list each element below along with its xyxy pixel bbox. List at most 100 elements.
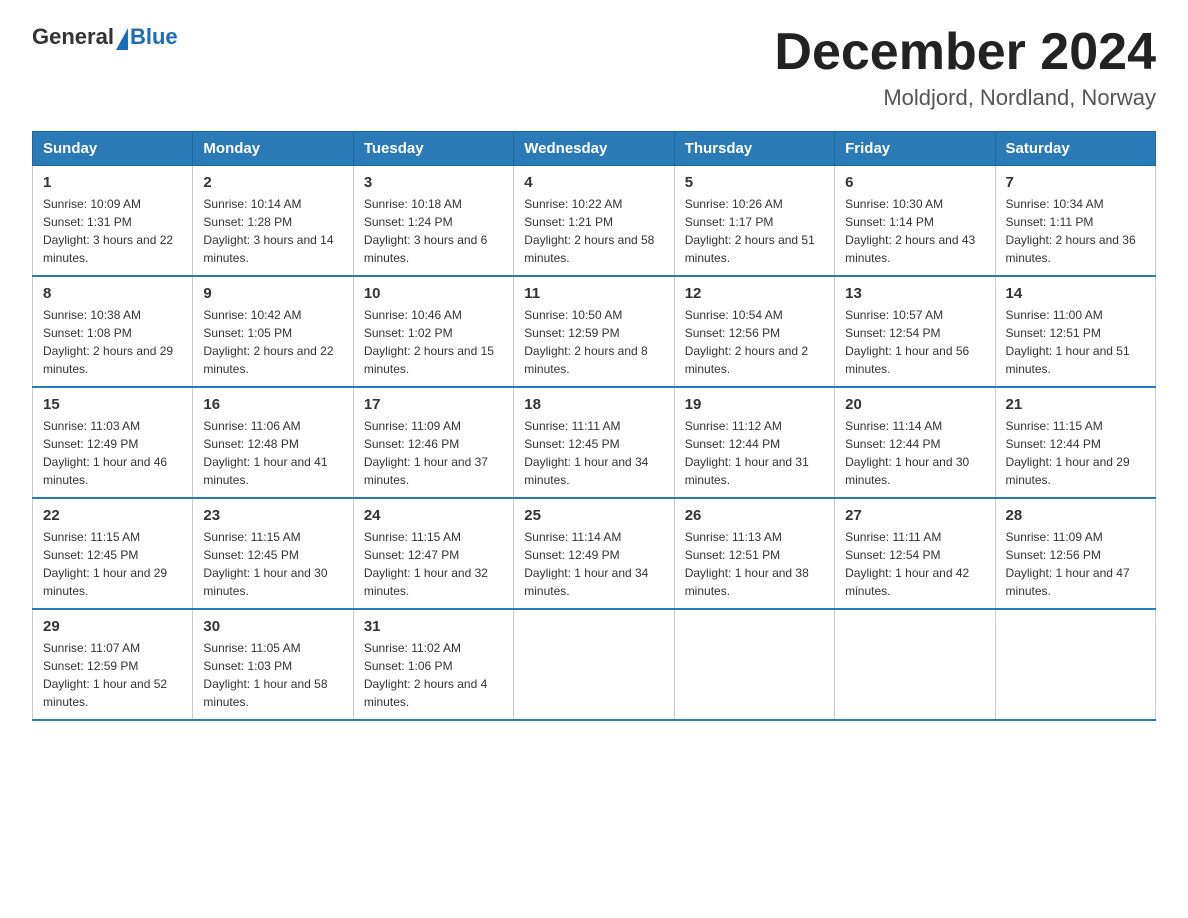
day-number: 21	[1006, 396, 1145, 413]
day-info: Sunrise: 11:11 AMSunset: 12:54 PMDayligh…	[845, 530, 969, 598]
day-number: 30	[203, 618, 342, 635]
day-info: Sunrise: 11:14 AMSunset: 12:49 PMDayligh…	[524, 530, 648, 598]
calendar-week-row: 8 Sunrise: 10:38 AMSunset: 1:08 PMDaylig…	[33, 276, 1156, 387]
calendar-cell: 14 Sunrise: 11:00 AMSunset: 12:51 PMDayl…	[995, 276, 1155, 387]
calendar-table: SundayMondayTuesdayWednesdayThursdayFrid…	[32, 131, 1156, 721]
day-number: 18	[524, 396, 663, 413]
day-info: Sunrise: 11:15 AMSunset: 12:45 PMDayligh…	[43, 530, 167, 598]
weekday-header-sunday: Sunday	[33, 132, 193, 166]
day-number: 5	[685, 174, 824, 191]
weekday-header-saturday: Saturday	[995, 132, 1155, 166]
day-info: Sunrise: 11:09 AMSunset: 12:46 PMDayligh…	[364, 419, 488, 487]
calendar-cell: 6 Sunrise: 10:30 AMSunset: 1:14 PMDaylig…	[835, 166, 995, 277]
calendar-cell	[995, 609, 1155, 720]
day-number: 11	[524, 285, 663, 302]
calendar-cell: 24 Sunrise: 11:15 AMSunset: 12:47 PMDayl…	[353, 498, 513, 609]
calendar-cell: 4 Sunrise: 10:22 AMSunset: 1:21 PMDaylig…	[514, 166, 674, 277]
calendar-cell: 19 Sunrise: 11:12 AMSunset: 12:44 PMDayl…	[674, 387, 834, 498]
day-number: 14	[1006, 285, 1145, 302]
day-number: 25	[524, 507, 663, 524]
calendar-cell: 11 Sunrise: 10:50 AMSunset: 12:59 PMDayl…	[514, 276, 674, 387]
day-number: 10	[364, 285, 503, 302]
calendar-cell: 31 Sunrise: 11:02 AMSunset: 1:06 PMDayli…	[353, 609, 513, 720]
day-info: Sunrise: 10:54 AMSunset: 12:56 PMDayligh…	[685, 308, 808, 376]
calendar-cell: 29 Sunrise: 11:07 AMSunset: 12:59 PMDayl…	[33, 609, 193, 720]
logo-triangle-icon	[116, 28, 128, 50]
day-info: Sunrise: 10:38 AMSunset: 1:08 PMDaylight…	[43, 308, 173, 376]
calendar-week-row: 15 Sunrise: 11:03 AMSunset: 12:49 PMDayl…	[33, 387, 1156, 498]
calendar-cell: 3 Sunrise: 10:18 AMSunset: 1:24 PMDaylig…	[353, 166, 513, 277]
calendar-cell: 9 Sunrise: 10:42 AMSunset: 1:05 PMDaylig…	[193, 276, 353, 387]
day-number: 9	[203, 285, 342, 302]
day-number: 7	[1006, 174, 1145, 191]
weekday-header-tuesday: Tuesday	[353, 132, 513, 166]
page-header: General Blue December 2024 Moldjord, Nor…	[32, 24, 1156, 111]
calendar-cell: 21 Sunrise: 11:15 AMSunset: 12:44 PMDayl…	[995, 387, 1155, 498]
day-number: 26	[685, 507, 824, 524]
day-info: Sunrise: 11:05 AMSunset: 1:03 PMDaylight…	[203, 641, 327, 709]
calendar-week-row: 22 Sunrise: 11:15 AMSunset: 12:45 PMDayl…	[33, 498, 1156, 609]
day-info: Sunrise: 10:14 AMSunset: 1:28 PMDaylight…	[203, 197, 333, 265]
day-number: 15	[43, 396, 182, 413]
calendar-cell: 13 Sunrise: 10:57 AMSunset: 12:54 PMDayl…	[835, 276, 995, 387]
day-number: 20	[845, 396, 984, 413]
day-info: Sunrise: 11:15 AMSunset: 12:44 PMDayligh…	[1006, 419, 1130, 487]
day-info: Sunrise: 10:30 AMSunset: 1:14 PMDaylight…	[845, 197, 975, 265]
day-number: 8	[43, 285, 182, 302]
day-number: 22	[43, 507, 182, 524]
calendar-cell: 25 Sunrise: 11:14 AMSunset: 12:49 PMDayl…	[514, 498, 674, 609]
day-info: Sunrise: 10:57 AMSunset: 12:54 PMDayligh…	[845, 308, 969, 376]
logo: General Blue	[32, 24, 178, 50]
calendar-cell: 30 Sunrise: 11:05 AMSunset: 1:03 PMDayli…	[193, 609, 353, 720]
day-info: Sunrise: 11:00 AMSunset: 12:51 PMDayligh…	[1006, 308, 1130, 376]
day-number: 27	[845, 507, 984, 524]
calendar-cell	[674, 609, 834, 720]
calendar-week-row: 1 Sunrise: 10:09 AMSunset: 1:31 PMDaylig…	[33, 166, 1156, 277]
calendar-cell	[514, 609, 674, 720]
day-number: 19	[685, 396, 824, 413]
calendar-cell: 10 Sunrise: 10:46 AMSunset: 1:02 PMDayli…	[353, 276, 513, 387]
weekday-header-friday: Friday	[835, 132, 995, 166]
calendar-cell: 28 Sunrise: 11:09 AMSunset: 12:56 PMDayl…	[995, 498, 1155, 609]
calendar-cell: 5 Sunrise: 10:26 AMSunset: 1:17 PMDaylig…	[674, 166, 834, 277]
day-number: 31	[364, 618, 503, 635]
weekday-header-row: SundayMondayTuesdayWednesdayThursdayFrid…	[33, 132, 1156, 166]
calendar-cell: 18 Sunrise: 11:11 AMSunset: 12:45 PMDayl…	[514, 387, 674, 498]
day-info: Sunrise: 11:11 AMSunset: 12:45 PMDayligh…	[524, 419, 648, 487]
calendar-cell: 22 Sunrise: 11:15 AMSunset: 12:45 PMDayl…	[33, 498, 193, 609]
day-info: Sunrise: 11:03 AMSunset: 12:49 PMDayligh…	[43, 419, 167, 487]
day-info: Sunrise: 10:34 AMSunset: 1:11 PMDaylight…	[1006, 197, 1136, 265]
day-number: 28	[1006, 507, 1145, 524]
day-number: 3	[364, 174, 503, 191]
day-number: 12	[685, 285, 824, 302]
weekday-header-thursday: Thursday	[674, 132, 834, 166]
day-number: 17	[364, 396, 503, 413]
calendar-cell: 20 Sunrise: 11:14 AMSunset: 12:44 PMDayl…	[835, 387, 995, 498]
day-number: 4	[524, 174, 663, 191]
day-info: Sunrise: 11:02 AMSunset: 1:06 PMDaylight…	[364, 641, 487, 709]
calendar-cell: 8 Sunrise: 10:38 AMSunset: 1:08 PMDaylig…	[33, 276, 193, 387]
day-number: 24	[364, 507, 503, 524]
day-info: Sunrise: 11:13 AMSunset: 12:51 PMDayligh…	[685, 530, 809, 598]
calendar-cell: 26 Sunrise: 11:13 AMSunset: 12:51 PMDayl…	[674, 498, 834, 609]
calendar-cell: 16 Sunrise: 11:06 AMSunset: 12:48 PMDayl…	[193, 387, 353, 498]
day-info: Sunrise: 11:09 AMSunset: 12:56 PMDayligh…	[1006, 530, 1130, 598]
day-info: Sunrise: 10:22 AMSunset: 1:21 PMDaylight…	[524, 197, 654, 265]
day-info: Sunrise: 10:46 AMSunset: 1:02 PMDaylight…	[364, 308, 494, 376]
day-info: Sunrise: 10:09 AMSunset: 1:31 PMDaylight…	[43, 197, 173, 265]
calendar-cell: 17 Sunrise: 11:09 AMSunset: 12:46 PMDayl…	[353, 387, 513, 498]
calendar-cell: 15 Sunrise: 11:03 AMSunset: 12:49 PMDayl…	[33, 387, 193, 498]
day-info: Sunrise: 11:12 AMSunset: 12:44 PMDayligh…	[685, 419, 809, 487]
calendar-cell: 12 Sunrise: 10:54 AMSunset: 12:56 PMDayl…	[674, 276, 834, 387]
calendar-cell: 2 Sunrise: 10:14 AMSunset: 1:28 PMDaylig…	[193, 166, 353, 277]
day-info: Sunrise: 11:15 AMSunset: 12:47 PMDayligh…	[364, 530, 488, 598]
title-block: December 2024 Moldjord, Nordland, Norway	[774, 24, 1156, 111]
logo-general-text: General	[32, 24, 114, 50]
calendar-cell: 1 Sunrise: 10:09 AMSunset: 1:31 PMDaylig…	[33, 166, 193, 277]
calendar-cell: 7 Sunrise: 10:34 AMSunset: 1:11 PMDaylig…	[995, 166, 1155, 277]
day-number: 2	[203, 174, 342, 191]
calendar-week-row: 29 Sunrise: 11:07 AMSunset: 12:59 PMDayl…	[33, 609, 1156, 720]
calendar-cell	[835, 609, 995, 720]
day-number: 23	[203, 507, 342, 524]
location-subtitle: Moldjord, Nordland, Norway	[774, 85, 1156, 111]
